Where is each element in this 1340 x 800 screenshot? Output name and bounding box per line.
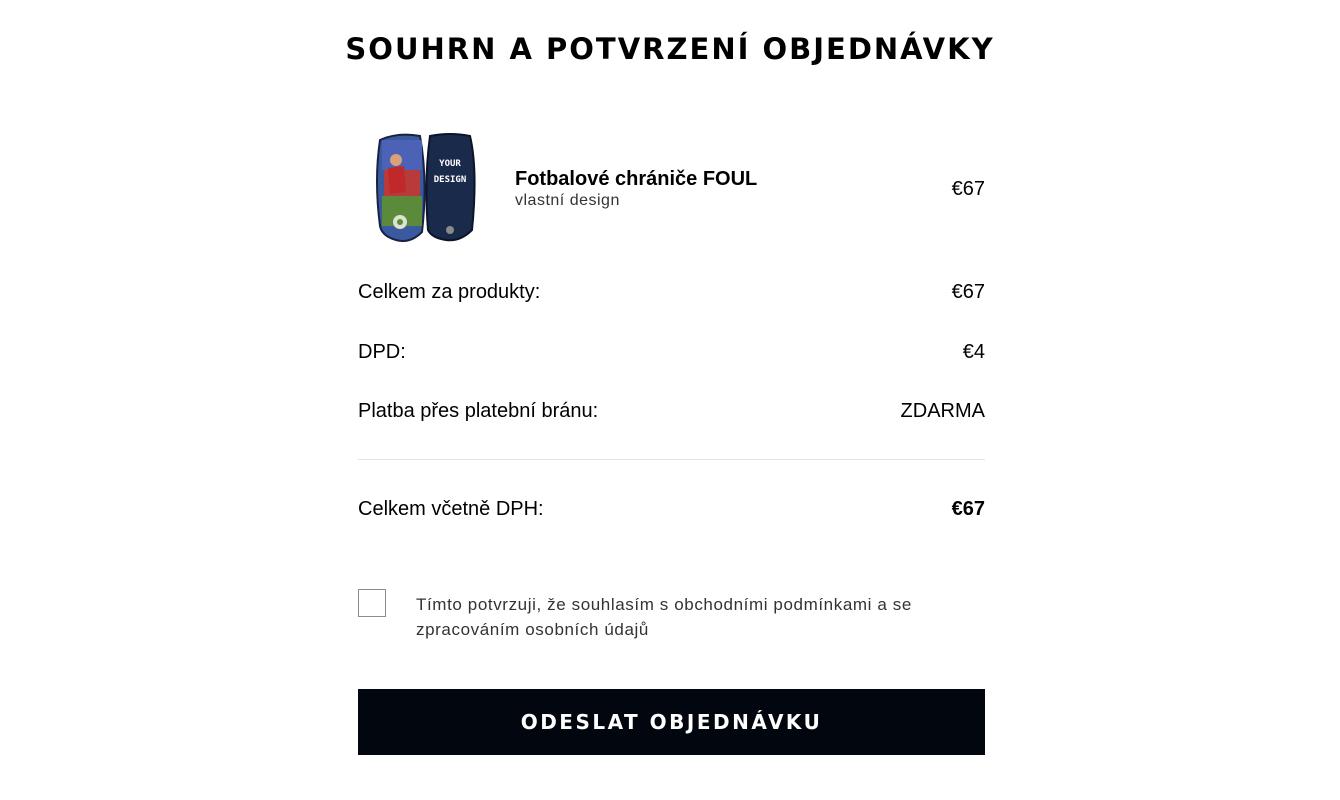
order-summary-page: SOUHRN A POTVRZENÍ OBJEDNÁVKY YOUR DESIG… bbox=[0, 0, 1340, 800]
total-value: €67 bbox=[951, 498, 985, 520]
summary-divider bbox=[358, 459, 985, 460]
product-variant: vlastní design bbox=[515, 192, 620, 209]
terms-checkbox[interactable] bbox=[358, 589, 386, 617]
summary-label: DPD: bbox=[358, 341, 406, 363]
shin-guard-back: YOUR DESIGN bbox=[425, 133, 476, 242]
shin-guard-front bbox=[376, 133, 426, 242]
order-summary: YOUR DESIGN Fotbalové chrániče FOUL vlas… bbox=[358, 0, 985, 800]
product-name: Fotbalové chrániče FOUL bbox=[515, 168, 758, 190]
submit-order-button[interactable]: ODESLAT OBJEDNÁVKU bbox=[358, 689, 985, 755]
summary-label: Celkem za produkty: bbox=[358, 281, 541, 303]
product-price: €67 bbox=[951, 178, 985, 200]
total-label: Celkem včetně DPH: bbox=[358, 498, 544, 520]
product-item: YOUR DESIGN Fotbalové chrániče FOUL vlas… bbox=[358, 126, 985, 244]
svg-text:YOUR: YOUR bbox=[439, 159, 461, 169]
product-image: YOUR DESIGN bbox=[374, 130, 478, 242]
svg-text:DESIGN: DESIGN bbox=[434, 175, 467, 185]
summary-label: Platba přes platební bránu: bbox=[358, 400, 599, 422]
summary-value: ZDARMA bbox=[900, 400, 985, 422]
summary-value: €4 bbox=[962, 341, 985, 363]
terms-consent-label[interactable]: Tímto potvrzuji, že souhlasím s obchodní… bbox=[416, 592, 976, 642]
summary-value: €67 bbox=[951, 281, 985, 303]
